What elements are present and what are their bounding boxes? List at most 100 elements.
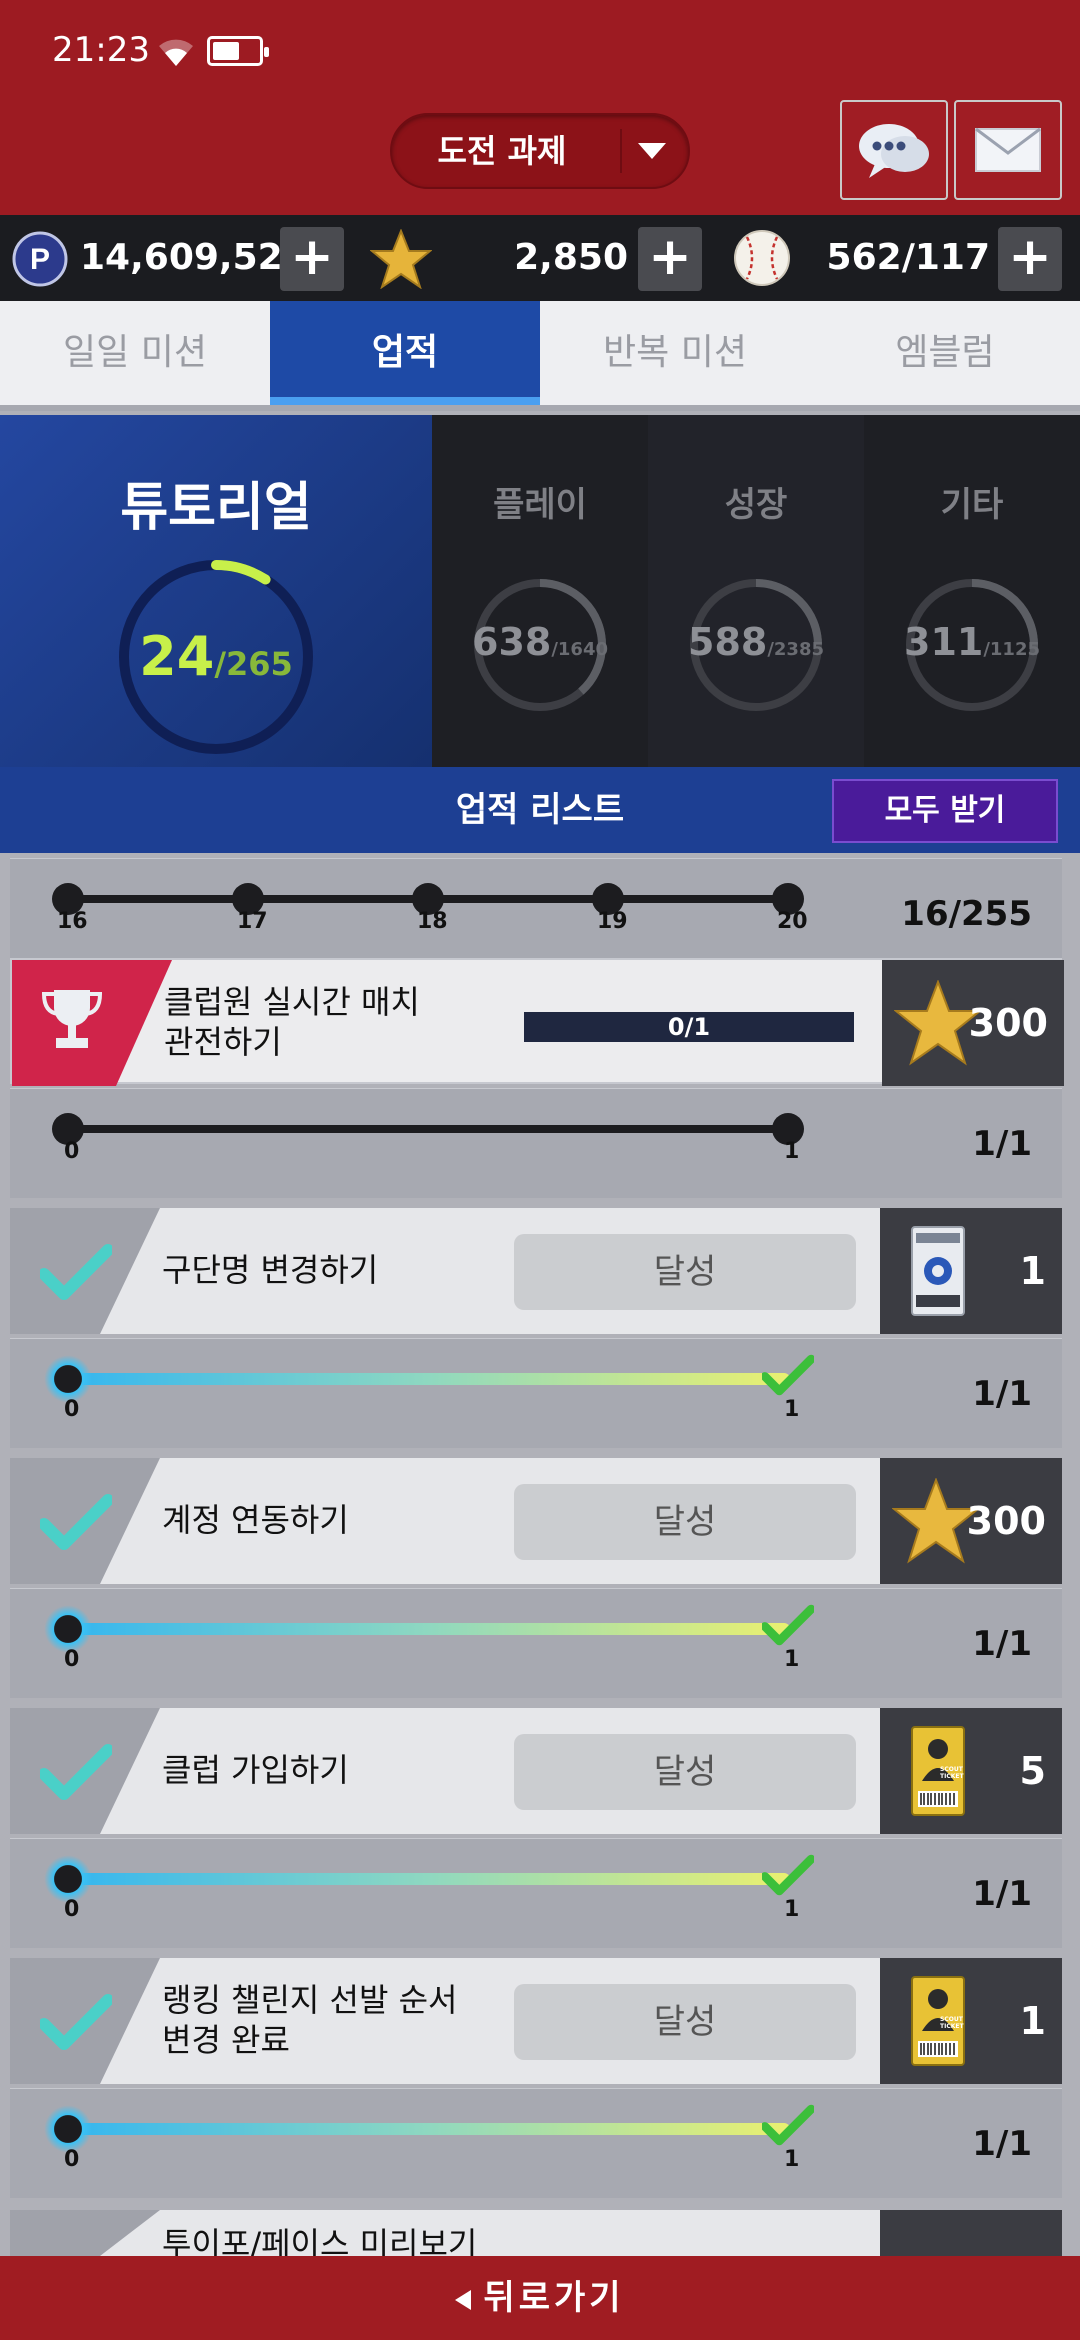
achievement-row-active[interactable]: 클럽원 실시간 매치 관전하기 0/1 300 [10,958,1064,1086]
milestone-track: 16 17 18 19 20 16/255 [10,858,1062,968]
category-tutorial[interactable]: 튜토리얼 24/265 [0,415,432,767]
achieved-button[interactable]: 달성 [514,1984,856,2060]
reward-amount: 5 [1019,1749,1046,1793]
reward-box: 1 [880,1208,1062,1334]
achieved-button[interactable]: 달성 [514,1484,856,1560]
check-icon [38,1244,114,1300]
check-icon [760,2104,816,2146]
check-icon [38,1744,114,1800]
chat-button[interactable] [840,100,948,200]
back-button[interactable]: 뒤로가기 [0,2256,1080,2340]
battery-icon [207,36,269,66]
achievement-name: 클럽 가입하기 [162,1751,349,1789]
mail-icon [975,127,1041,172]
achievement-row[interactable]: 구단명 변경하기 달성 1 [10,1208,1062,1334]
achievement-name: 클럽원 실시간 매치 관전하기 [164,983,420,1061]
status-time: 21:23 [52,30,150,70]
achieved-button[interactable]: 달성 [514,1234,856,1310]
chevron-down-icon [638,143,666,159]
tab-daily-mission[interactable]: 일일 미션 [0,301,270,405]
tab-bar: 일일 미션 업적 반복 미션 엠블럼 [0,301,1080,411]
check-icon [760,1354,816,1396]
back-bar[interactable]: 뒤로가기 [0,2256,1080,2340]
claim-all-button[interactable]: 모두 받기 [832,779,1058,843]
achieved-button[interactable]: 달성 [514,1734,856,1810]
check-node-icon [760,2103,816,2151]
trophy-icon [41,990,103,1048]
tab-repeat-mission[interactable]: 반복 미션 [540,301,810,405]
category-etc[interactable]: 기타 311/1125 [864,415,1080,767]
wifi-icon [159,39,193,66]
reward-box: 300 [882,960,1064,1086]
currency-bar: P 14,609,521 + 2,850 + 562/117 + [0,215,1080,301]
achievement-name: 랭킹 챌린지 선발 순서 변경 완료 [162,1981,458,2059]
chat-icon [859,124,929,178]
reward-box: SCOUT TICKET 1 [880,1958,1062,2084]
category-panel-others: 플레이 638/1640 성장 588/2385 기타 311/1125 [432,415,1080,767]
progress-fill [68,1873,790,1885]
category-dropdown[interactable]: 도전 과제 [390,113,690,189]
achievement-track: 0 1 1/1 [10,1588,1062,1698]
reward-amount: 300 [968,1001,1048,1045]
achievement-name: 계정 연동하기 [162,1501,349,1539]
check-icon [760,1604,816,1646]
baseball-icon [734,230,790,286]
reward-box: 300 [880,1458,1062,1584]
tab-emblem[interactable]: 엠블럼 [810,301,1080,405]
svg-text:TICKET: TICKET [940,1773,964,1780]
top-header: 21:23 도전 과제 [0,0,1080,215]
tutorial-total: /265 [214,645,293,683]
add-points-button[interactable]: + [280,227,344,291]
milestone-node [44,2105,92,2153]
achievement-name: 구단명 변경하기 [162,1251,379,1289]
check-icon [38,1994,114,2050]
reward-box: SCOUT TICKET 5 [880,1708,1062,1834]
player-pack-icon [911,1226,965,1316]
point-coin-icon: P [12,231,68,287]
points-value: 14,609,521 [80,237,308,278]
svg-text:P: P [30,243,50,276]
achievement-track: 0 1 1/1 [10,1088,1062,1198]
reward-amount: 1 [1019,1249,1046,1293]
check-icon [38,1494,114,1550]
add-balls-button[interactable]: + [998,227,1062,291]
achievement-row[interactable]: 랭킹 챌린지 선발 순서 변경 완료 달성 SCOUT TICKET 1 [10,1958,1062,2084]
achievement-track: 0 1 1/1 [10,1338,1062,1448]
milestone-node [44,1605,92,1653]
back-arrow-icon [455,2289,472,2310]
svg-text:TICKET: TICKET [940,2023,964,2030]
progress-fill [68,1623,790,1635]
achievement-track: 0 1 1/1 [10,1838,1062,1948]
progress-fill [68,2123,790,2135]
dropdown-label: 도전 과제 [437,132,567,170]
mail-button[interactable] [954,100,1062,200]
check-node-icon [760,1603,816,1651]
achievement-progress-bar: 0/1 [524,1012,854,1042]
check-icon [760,1854,816,1896]
achievement-row[interactable]: 계정 연동하기 달성 300 [10,1458,1062,1584]
achievement-row-partial[interactable]: 투이포/페이스 미리보기 [10,2210,1062,2256]
svg-text:SCOUT: SCOUT [940,1766,964,1773]
achievement-list-header: 업적 리스트 모두 받기 [0,767,1080,853]
scout-ticket-icon: SCOUTTICKET [911,1976,965,2066]
category-title: 튜토리얼 [120,478,312,538]
balls-value: 562/117 [826,237,990,278]
tab-achievements[interactable]: 업적 [270,301,540,405]
reward-amount: 1 [1019,1999,1046,2043]
check-node-icon [760,1353,816,1401]
add-stars-button[interactable]: + [638,227,702,291]
category-growth[interactable]: 성장 588/2385 [648,415,864,767]
progress-fill [68,1373,790,1385]
star-icon [370,229,432,289]
reward-amount: 300 [966,1499,1046,1543]
check-node-icon [760,1853,816,1901]
scout-ticket-icon: SCOUTTICKET [911,1726,965,1816]
milestone-node [44,1355,92,1403]
tutorial-count: 24 [139,625,215,688]
category-play[interactable]: 플레이 638/1640 [432,415,648,767]
achievement-track: 0 1 1/1 [10,2088,1062,2198]
track-count: 16/255 [901,894,1032,934]
svg-text:SCOUT: SCOUT [940,2016,964,2023]
stars-value: 2,850 [514,237,628,278]
achievement-row[interactable]: 클럽 가입하기 달성 SCOUT TICKET 5 [10,1708,1062,1834]
